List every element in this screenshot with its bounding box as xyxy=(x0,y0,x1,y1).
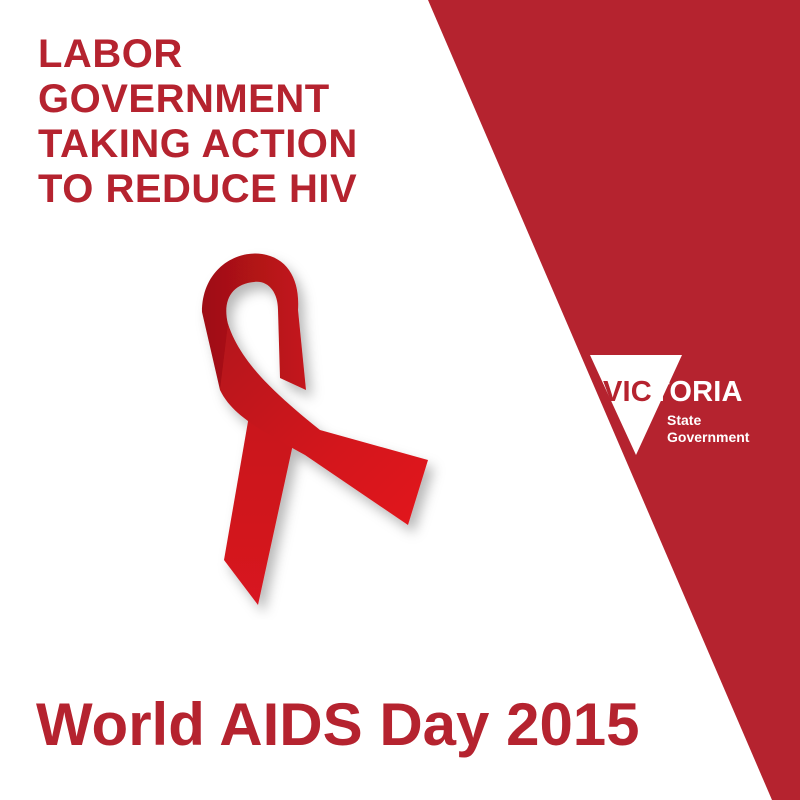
headline-line-3: TAKING ACTION xyxy=(38,122,358,166)
poster: LABOR GOVERNMENT TAKING ACTION TO REDUCE… xyxy=(0,0,800,800)
headline: LABOR GOVERNMENT TAKING ACTION TO REDUCE… xyxy=(38,32,358,212)
footer-title: World AIDS Day 2015 xyxy=(36,691,640,758)
logo-sub-line-1: State xyxy=(667,412,702,428)
headline-line-1: LABOR xyxy=(38,32,183,76)
victoria-state-government-logo: VICTORIA State Government xyxy=(590,355,770,455)
logo-word-rest: TORIA xyxy=(651,376,743,408)
logo-wordmark: VICTORIA xyxy=(603,376,743,408)
headline-line-4: TO REDUCE HIV xyxy=(38,167,358,211)
red-ribbon-icon xyxy=(202,253,428,605)
logo-word-prefix: VIC xyxy=(603,376,652,408)
logo-sub-line-2: Government xyxy=(667,429,750,445)
headline-line-2: GOVERNMENT xyxy=(38,77,330,121)
logo-subtitle: State Government xyxy=(667,412,749,446)
